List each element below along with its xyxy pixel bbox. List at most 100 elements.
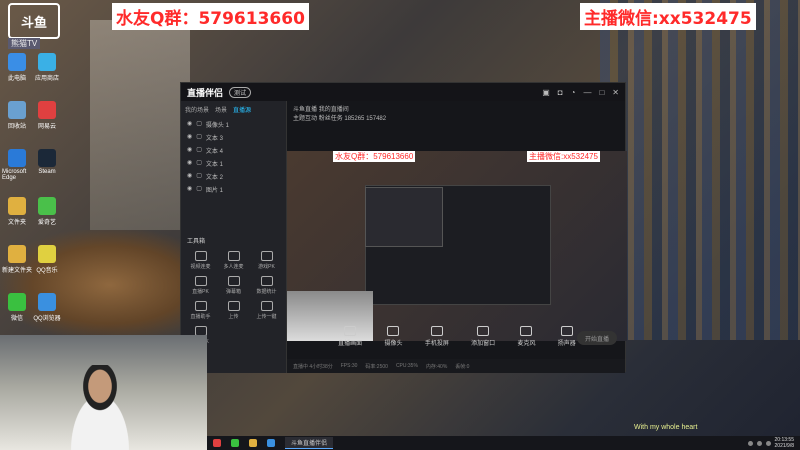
lock-icon[interactable]: ▢ bbox=[196, 172, 202, 181]
lock-icon[interactable]: ▢ bbox=[196, 133, 202, 142]
app-sidebar: 我的场景 场景 直播源 ◉ ▢ 摄像头 1 ◉ ▢ 文本 3 ◉ ▢ 文本 4 ◉ ▢ 文本 1 ◉ ▢ 文… bbox=[181, 101, 287, 373]
desktop-icon[interactable]: QQ音乐 bbox=[32, 245, 62, 287]
eye-icon[interactable]: ◉ bbox=[187, 185, 192, 194]
tool-label: 直播助手 bbox=[190, 314, 211, 320]
status-item: 直播中 4小时38分 bbox=[293, 363, 333, 370]
taskbar-active-task[interactable]: 斗鱼直播伴侣 bbox=[285, 437, 334, 449]
maximize-icon[interactable]: □ bbox=[599, 88, 604, 97]
bottom-toolbar-button[interactable]: 手机投屏 bbox=[424, 325, 449, 347]
source-item[interactable]: ◉ ▢ 文本 2 bbox=[181, 170, 286, 183]
source-label: 摄像头 1 bbox=[205, 123, 229, 129]
lock-icon[interactable]: ◘ bbox=[558, 88, 563, 97]
tab-scenes[interactable]: 场景 bbox=[215, 105, 227, 114]
eye-icon[interactable]: ◉ bbox=[187, 120, 192, 129]
system-tray: 20:13:55 2021/9/8 bbox=[747, 437, 794, 449]
desktop-icon-label: 文件夹 bbox=[7, 220, 26, 226]
desktop-icon[interactable]: Steam bbox=[32, 149, 62, 191]
desktop-icon[interactable]: QQ浏览器 bbox=[32, 293, 62, 335]
taskbar-app-icon[interactable] bbox=[267, 439, 275, 447]
tab-my-scenes[interactable]: 我的场景 bbox=[185, 105, 209, 114]
bell-icon[interactable]: ◔ bbox=[571, 88, 576, 97]
tool-label: 多人连麦 bbox=[223, 264, 244, 270]
tool-label: 弹幕箱 bbox=[225, 289, 241, 295]
tool-icon bbox=[227, 251, 240, 261]
nested-preview-inner bbox=[365, 187, 443, 247]
lock-icon[interactable]: ▢ bbox=[196, 185, 202, 194]
tray-icon[interactable] bbox=[747, 440, 753, 446]
stream-preview[interactable]: 水友Q群：579613660 主播微信:xx532475 bbox=[287, 151, 627, 341]
source-item[interactable]: ◉ ▢ 摄像头 1 bbox=[181, 118, 286, 131]
toolbar-label: 手机投屏 bbox=[424, 340, 449, 347]
source-label: 文本 2 bbox=[205, 175, 223, 181]
source-item[interactable]: ◉ ▢ 文本 4 bbox=[181, 144, 286, 157]
toolbar-icon bbox=[387, 325, 400, 336]
taskbar-app-icon[interactable] bbox=[213, 439, 221, 447]
desktop-icon[interactable]: 此电脑 bbox=[2, 53, 32, 95]
tool-button[interactable]: 多人连麦 bbox=[220, 251, 247, 270]
bottom-toolbar-button[interactable]: 添加窗口 bbox=[471, 325, 495, 347]
tool-button[interactable]: 直播PK bbox=[187, 276, 214, 295]
bottom-toolbar-button[interactable]: 摄像头 bbox=[384, 325, 403, 347]
desktop-icon[interactable]: 新建文件夹 bbox=[2, 245, 32, 287]
bottom-toolbar: 直播画面 摄像头 手机投屏 添加窗口 麦克风 扬声器 bbox=[287, 321, 627, 351]
eye-icon[interactable]: ◉ bbox=[187, 159, 192, 168]
gift-icon[interactable]: ▣ bbox=[542, 88, 550, 97]
tool-button[interactable]: 上传一键 bbox=[253, 301, 280, 320]
eye-icon[interactable]: ◉ bbox=[187, 133, 192, 142]
desktop-icon[interactable]: 爱奇艺 bbox=[32, 197, 62, 239]
app-icon bbox=[8, 53, 26, 71]
desktop-icon[interactable]: 文件夹 bbox=[2, 197, 32, 239]
tray-icon[interactable] bbox=[765, 440, 771, 446]
lock-icon[interactable]: ▢ bbox=[196, 159, 202, 168]
header-tag[interactable]: 粉丝任务 bbox=[319, 116, 343, 122]
source-item[interactable]: ◉ ▢ 图片 1 bbox=[181, 183, 286, 196]
tray-icon[interactable] bbox=[756, 440, 762, 446]
tool-label: 游戏PK bbox=[258, 264, 275, 270]
start-live-button[interactable]: 开始直播 bbox=[577, 331, 617, 345]
room-title: 斗鱼直播 bbox=[293, 107, 318, 113]
tool-button[interactable]: 上传 bbox=[220, 301, 247, 320]
bottom-toolbar-button[interactable]: 直播画面 bbox=[338, 325, 362, 347]
toolbar-icon bbox=[344, 325, 357, 336]
eye-icon[interactable]: ◉ bbox=[187, 146, 192, 155]
tool-button[interactable]: 弹幕箱 bbox=[220, 276, 247, 295]
taskbar-app-icon[interactable] bbox=[249, 439, 257, 447]
tab-sources[interactable]: 直播源 bbox=[233, 105, 251, 114]
source-item[interactable]: ◉ ▢ 文本 1 bbox=[181, 157, 286, 170]
lock-icon[interactable]: ▢ bbox=[196, 146, 202, 155]
header-tag[interactable]: 主题互动 bbox=[293, 116, 317, 122]
desktop-icon[interactable]: 微信 bbox=[2, 293, 32, 335]
desktop-icon[interactable]: 应用商店 bbox=[32, 53, 62, 95]
source-label: 文本 4 bbox=[205, 149, 223, 155]
viewer-count: 185265 bbox=[344, 116, 365, 122]
tool-button[interactable]: 游戏PK bbox=[253, 251, 280, 270]
test-pill[interactable]: 测试 bbox=[229, 86, 252, 98]
desktop-icon-label: 回收站 bbox=[7, 124, 26, 130]
eye-icon[interactable]: ◉ bbox=[187, 172, 192, 181]
taskbar-app-icon[interactable] bbox=[231, 439, 239, 447]
minimize-icon[interactable]: — bbox=[583, 88, 591, 97]
desktop-icon[interactable]: 网易云 bbox=[32, 101, 62, 143]
toolbar-icon bbox=[560, 325, 573, 336]
clock[interactable]: 20:13:55 2021/9/8 bbox=[775, 437, 794, 449]
tool-button[interactable]: 直播助手 bbox=[187, 301, 214, 320]
close-icon[interactable]: ✕ bbox=[612, 88, 619, 97]
source-label: 文本 1 bbox=[205, 162, 223, 168]
source-item[interactable]: ◉ ▢ 文本 3 bbox=[181, 131, 286, 144]
lock-icon[interactable]: ▢ bbox=[196, 120, 202, 129]
app-icon bbox=[8, 101, 26, 119]
tool-button[interactable]: 视频连麦 bbox=[187, 251, 214, 270]
desktop-icon-label: 应用商店 bbox=[34, 76, 59, 82]
window-controls: ▣ ◘ ◔ — □ ✕ bbox=[542, 88, 619, 97]
tool-button[interactable]: 数据统计 bbox=[253, 276, 280, 295]
desktop-icon[interactable]: Microsoft Edge bbox=[2, 149, 32, 191]
app-icon bbox=[38, 149, 56, 167]
bottom-toolbar-button[interactable]: 麦克风 bbox=[517, 325, 535, 347]
source-label: 文本 3 bbox=[205, 136, 223, 142]
bottom-toolbar-button[interactable]: 扬声器 bbox=[558, 325, 576, 347]
toolbar-icon bbox=[477, 325, 490, 336]
desktop-icon-label: 爱奇艺 bbox=[37, 220, 56, 226]
tool-label: 直播PK bbox=[192, 289, 209, 295]
desktop-icon[interactable]: 回收站 bbox=[2, 101, 32, 143]
tool-label: 数据统计 bbox=[256, 289, 277, 295]
